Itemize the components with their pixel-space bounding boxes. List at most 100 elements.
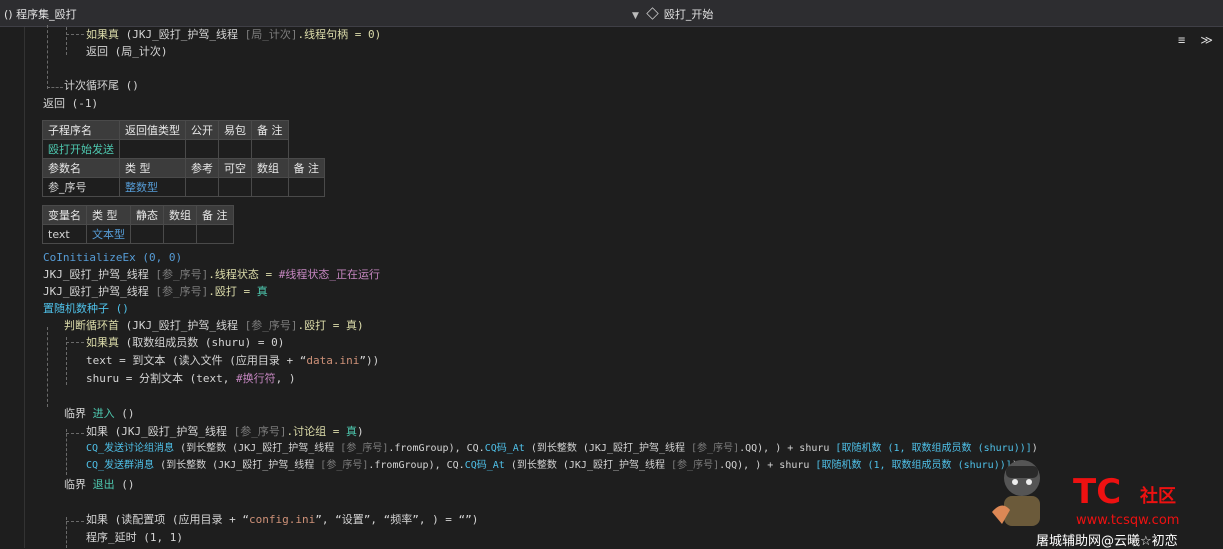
code-text: 临界 xyxy=(64,407,93,420)
subroutine-selector[interactable]: ▼ 殴打_开始 xyxy=(632,6,713,22)
code-text: () xyxy=(114,407,135,420)
code-text: [参_序号] xyxy=(155,268,209,281)
assembly-name: 程序集_殴打 xyxy=(16,8,77,21)
table-cell[interactable] xyxy=(218,177,252,197)
indent-guide xyxy=(66,521,84,522)
indent-guide xyxy=(66,342,84,343)
code-text: 计次循环尾 () xyxy=(64,79,139,92)
code-text: (到长整数 (JKJ_殴打_护驾_线程 xyxy=(174,443,341,454)
code-line[interactable]: 置随机数种子 () xyxy=(43,301,129,317)
table-header: 变量名 xyxy=(42,205,87,225)
indent-guide xyxy=(47,25,48,89)
code-text: CQ_发送讨论组消息 xyxy=(86,443,175,454)
table-cell[interactable] xyxy=(196,224,234,244)
code-line[interactable]: CQ_发送群消息 (到长整数 (JKJ_殴打_护驾_线程 [参_序号].from… xyxy=(86,458,1018,474)
code-line[interactable]: 如果 (JKJ_殴打_护驾_线程 [参_序号].讨论组 = 真) xyxy=(86,424,364,440)
code-line[interactable]: 程序_延时 (1, 1) xyxy=(86,530,183,546)
code-line[interactable]: 判断循环首 (JKJ_殴打_护驾_线程 [参_序号].殴打 = 真) xyxy=(64,318,364,334)
code-text: CQ码_At xyxy=(484,443,525,454)
code-line[interactable]: 返回 (局_计次) xyxy=(86,44,168,60)
code-text: CoInitializeEx (0, 0) xyxy=(43,251,183,264)
table-cell[interactable] xyxy=(287,177,325,197)
code-text: [参_序号] xyxy=(671,460,720,471)
code-text: 置随机数种子 () xyxy=(43,302,129,315)
code-text: [参_序号] xyxy=(155,285,209,298)
braces-icon: () xyxy=(4,8,13,21)
table-header: 易包 xyxy=(218,120,252,140)
table-header: 数组 xyxy=(251,158,289,178)
mascot-icon xyxy=(992,460,1040,526)
code-text: 真 xyxy=(256,285,268,298)
code-line[interactable]: JKJ_殴打_护驾_线程 [参_序号].殴打 = 真 xyxy=(43,284,268,300)
code-text: .线程状态 = xyxy=(208,268,279,281)
code-text: , ) xyxy=(275,372,296,385)
watermark: TC 社区 www.tcsqw.com 屠城辅助网@云曦☆初恋 xyxy=(978,452,1218,549)
table-header: 备 注 xyxy=(251,120,289,140)
table-cell[interactable] xyxy=(130,224,164,244)
code-line[interactable]: 如果真 (取数组成员数 (shuru) = 0) xyxy=(86,335,284,351)
table-cell[interactable]: 文本型 xyxy=(86,224,131,244)
code-line[interactable]: JKJ_殴打_护驾_线程 [参_序号].线程状态 = #线程状态_正在运行 xyxy=(43,267,380,283)
code-text: 退出 xyxy=(92,478,115,491)
table-cell[interactable] xyxy=(251,139,289,159)
table-cell[interactable] xyxy=(218,139,252,159)
code-line[interactable]: CoInitializeEx (0, 0) xyxy=(43,250,182,266)
indent-guide xyxy=(66,337,67,385)
code-text: (取数组成员数 (shuru) = 0) xyxy=(125,336,285,349)
indent-guide xyxy=(66,429,67,475)
table-header: 子程序名 xyxy=(42,120,120,140)
table-header: 公开 xyxy=(185,120,219,140)
table-cell[interactable]: 整数型 xyxy=(119,177,186,197)
code-line[interactable]: 如果真 (JKJ_殴打_护驾_线程 [局_计次].线程句柄 = 0) xyxy=(86,27,381,43)
subroutine-table[interactable]: 子程序名 返回值类型 公开 易包 备 注 殴打开始发送 参数名 类 型 参考 可… xyxy=(42,120,325,197)
code-text: [局_计次] xyxy=(244,28,298,41)
code-text: 真 xyxy=(345,425,357,438)
indent-guide xyxy=(47,87,63,88)
code-text: JKJ_殴打_护驾_线程 xyxy=(43,268,149,281)
code-text: .线程句柄 = 0) xyxy=(297,28,382,41)
table-cell[interactable] xyxy=(185,177,219,197)
code-text: text = 到文本 (读入文件 (应用目录 + “ xyxy=(86,354,307,367)
code-line[interactable]: text = 到文本 (读入文件 (应用目录 + “data.ini”)) xyxy=(86,353,379,369)
indent-guide xyxy=(66,27,67,55)
code-text: 如果 (读配置项 (应用目录 + “ xyxy=(86,513,249,526)
string-literal: data.ini xyxy=(306,354,360,367)
assembly-selector[interactable]: () 程序集_殴打 xyxy=(4,6,77,22)
table-cell[interactable]: 殴打开始发送 xyxy=(42,139,120,159)
table-header: 备 注 xyxy=(196,205,234,225)
code-text: ”, “设置”, “频率”, ) = “”) xyxy=(315,513,479,526)
string-literal: config.ini xyxy=(248,513,316,526)
constant: #换行符 xyxy=(235,372,276,385)
keyword: 如果真 xyxy=(86,28,119,41)
code-text: [参_序号] xyxy=(244,319,298,332)
table-header: 类 型 xyxy=(86,205,131,225)
table-cell[interactable] xyxy=(119,139,186,159)
table-cell[interactable]: 参_序号 xyxy=(42,177,120,197)
table-cell[interactable] xyxy=(251,177,289,197)
code-line[interactable]: 临界 进入 () xyxy=(64,406,135,422)
subroutine-name: 殴打_开始 xyxy=(663,8,714,21)
table-header: 参数名 xyxy=(42,158,120,178)
code-text: 程序_延时 (1, 1) xyxy=(86,531,183,544)
table-header: 可空 xyxy=(218,158,252,178)
code-line[interactable]: shuru = 分割文本 (text, #换行符, ) xyxy=(86,371,295,387)
code-text: (JKJ_殴打_护驾_线程 xyxy=(125,28,238,41)
code-text: 返回 (局_计次) xyxy=(86,45,168,58)
code-line[interactable]: 计次循环尾 () xyxy=(64,78,139,94)
table-cell[interactable] xyxy=(163,224,197,244)
code-text: shuru = 分割文本 (text, xyxy=(86,372,236,385)
code-text: (到长整数 (JKJ_殴打_护驾_线程 xyxy=(524,443,692,454)
code-text: ”)) xyxy=(359,354,380,367)
code-text: .fromGroup), CQ. xyxy=(368,460,465,471)
indent-guide xyxy=(47,327,48,407)
code-line[interactable]: CQ_发送讨论组消息 (到长整数 (JKJ_殴打_护驾_线程 [参_序号].fr… xyxy=(86,441,1038,457)
variable-table[interactable]: 变量名 类 型 静态 数组 备 注 text 文本型 xyxy=(42,205,234,244)
code-line[interactable]: 返回 (-1) xyxy=(43,96,98,112)
code-line[interactable]: 如果 (读配置项 (应用目录 + “config.ini”, “设置”, “频率… xyxy=(86,512,478,528)
table-cell[interactable]: text xyxy=(42,224,87,244)
code-text: .殴打 = 真) xyxy=(297,319,364,332)
code-line[interactable]: 临界 退出 () xyxy=(64,477,135,493)
code-text: .殴打 = xyxy=(208,285,257,298)
table-cell[interactable] xyxy=(185,139,219,159)
code-text: CQ码_At xyxy=(464,460,505,471)
